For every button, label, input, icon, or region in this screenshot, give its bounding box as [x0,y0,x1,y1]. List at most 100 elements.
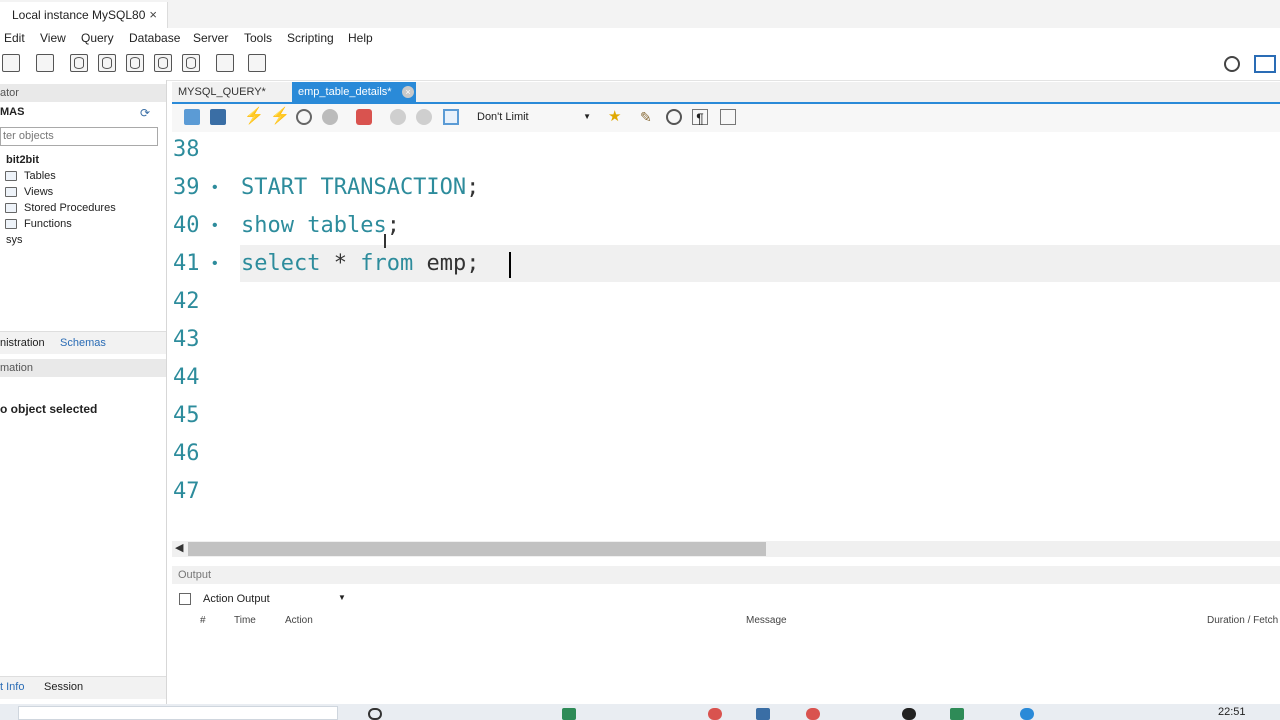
copy-icon[interactable] [179,593,191,605]
create-procedure-icon[interactable] [154,54,172,72]
tab-mysql-query[interactable]: MYSQL_QUERY* [172,82,290,102]
chevron-down-icon[interactable]: ▼ [338,593,346,602]
code-keyword: select [241,251,321,276]
tree-item-tables[interactable]: Tables [24,170,56,182]
tab-object-info[interactable]: t Info [0,681,24,693]
sidebar-tabs: nistration Schemas [0,331,166,354]
save-icon[interactable] [210,109,226,125]
line-number: 45 [173,403,200,428]
taskbar-app-icon[interactable] [950,708,964,720]
menu-scripting[interactable]: Scripting [287,31,334,45]
info-tabs: t Info Session [0,676,166,699]
autocommit-icon[interactable] [443,109,459,125]
menu-server[interactable]: Server [193,31,228,45]
schema-sys[interactable]: sys [6,234,23,246]
row-limit-value: Don't Limit [477,111,529,123]
taskbar-app-icon[interactable] [562,708,576,720]
tables-folder-icon [5,171,17,181]
chrome-icon[interactable] [708,708,722,720]
chevron-down-icon: ▼ [583,112,591,121]
open-sql-script-icon[interactable] [36,54,54,72]
execute-icon[interactable]: ⚡ [244,109,264,125]
information-header: mation [0,359,166,377]
search-icon[interactable] [368,708,382,720]
close-tab-icon[interactable]: × [402,86,414,98]
create-function-icon[interactable] [182,54,200,72]
bookmark-star-icon[interactable]: ★ [608,109,624,125]
menu-bar: Edit View Query Database Server Tools Sc… [0,28,1280,48]
rollback-icon[interactable] [416,109,432,125]
tab-emp-table-details[interactable]: emp_table_details* [292,82,416,102]
line-number: 40 [173,213,200,238]
text-caret [509,252,511,278]
scroll-left-icon[interactable]: ◀ [175,541,183,554]
code-keyword: tables [307,213,387,238]
close-icon[interactable]: × [149,2,157,28]
taskbar-search-box[interactable] [18,706,338,720]
explain-icon[interactable] [296,109,312,125]
schema-icon[interactable] [70,54,88,72]
taskbar-clock: 22:51 [1218,706,1246,718]
row-limit-select[interactable]: Don't Limit ▼ [474,108,594,126]
column-action[interactable]: Action [285,615,313,626]
connection-tab[interactable]: Local instance MySQL80 × [0,2,168,28]
settings-icon[interactable] [1224,56,1240,72]
taskbar-app-icon[interactable] [902,708,916,720]
procedures-folder-icon [5,203,17,213]
output-table-header: # Time Action Message Duration / Fetch [172,613,1280,629]
help-icon[interactable] [1020,708,1034,720]
execute-current-icon[interactable]: ⚡ [270,109,290,125]
output-type-select[interactable]: Action Output [203,593,270,605]
invisible-chars-icon[interactable]: ¶ [692,109,708,126]
connection-tab-label: Local instance MySQL80 [12,8,146,22]
tab-schemas[interactable]: Schemas [60,337,106,349]
menu-query[interactable]: Query [81,31,114,45]
search-table-icon[interactable] [216,54,234,72]
schema-bit2bit[interactable]: bit2bit [6,154,39,166]
navigator-header: ator [0,84,166,102]
stop-icon[interactable] [322,109,338,125]
menu-database[interactable]: Database [129,31,180,45]
code-text: * [320,251,361,276]
no-object-selected-text: o object selected [0,402,98,416]
output-selector: Action Output ▼ [172,590,1280,610]
mysql-workbench-icon[interactable] [756,708,770,720]
column-number[interactable]: # [200,615,206,626]
menu-edit[interactable]: Edit [4,31,25,45]
menu-help[interactable]: Help [348,31,373,45]
line-number: 39 [173,175,200,200]
chrome-icon[interactable] [806,708,820,720]
menu-tools[interactable]: Tools [244,31,272,45]
line-number: 41 [173,251,200,276]
column-time[interactable]: Time [234,615,256,626]
code-line-40: show tables; [241,213,400,238]
code-line-41: select * from emp; [241,251,479,276]
tab-administration[interactable]: nistration [0,337,45,349]
line-number: 47 [173,479,200,504]
create-table-icon[interactable] [98,54,116,72]
filter-objects-input[interactable]: ter objects [0,127,158,146]
reconnect-icon[interactable] [248,54,266,72]
wrap-lines-icon[interactable] [720,109,736,125]
code-keyword: from [360,251,414,276]
commit-icon[interactable] [390,109,406,125]
toggle-continue-icon[interactable] [356,109,372,125]
code-text: emp; [413,251,480,276]
open-file-icon[interactable] [184,109,200,125]
schemas-header: MAS [0,106,25,118]
column-message[interactable]: Message [746,615,787,626]
new-sql-tab-icon[interactable] [2,54,20,72]
statement-marker: • [212,255,218,272]
panel-toggle-icon[interactable] [1254,55,1276,73]
beautify-icon[interactable]: ✎ [640,109,656,125]
tab-session[interactable]: Session [44,681,83,693]
column-duration[interactable]: Duration / Fetch [1207,615,1278,626]
find-icon[interactable] [666,109,682,125]
tree-item-functions[interactable]: Functions [24,218,72,230]
create-view-icon[interactable] [126,54,144,72]
tree-item-stored-procedures[interactable]: Stored Procedures [24,202,116,214]
menu-view[interactable]: View [40,31,66,45]
refresh-icon[interactable]: ⟳ [140,106,154,120]
tree-item-views[interactable]: Views [24,186,53,198]
scrollbar-thumb[interactable] [188,542,766,556]
